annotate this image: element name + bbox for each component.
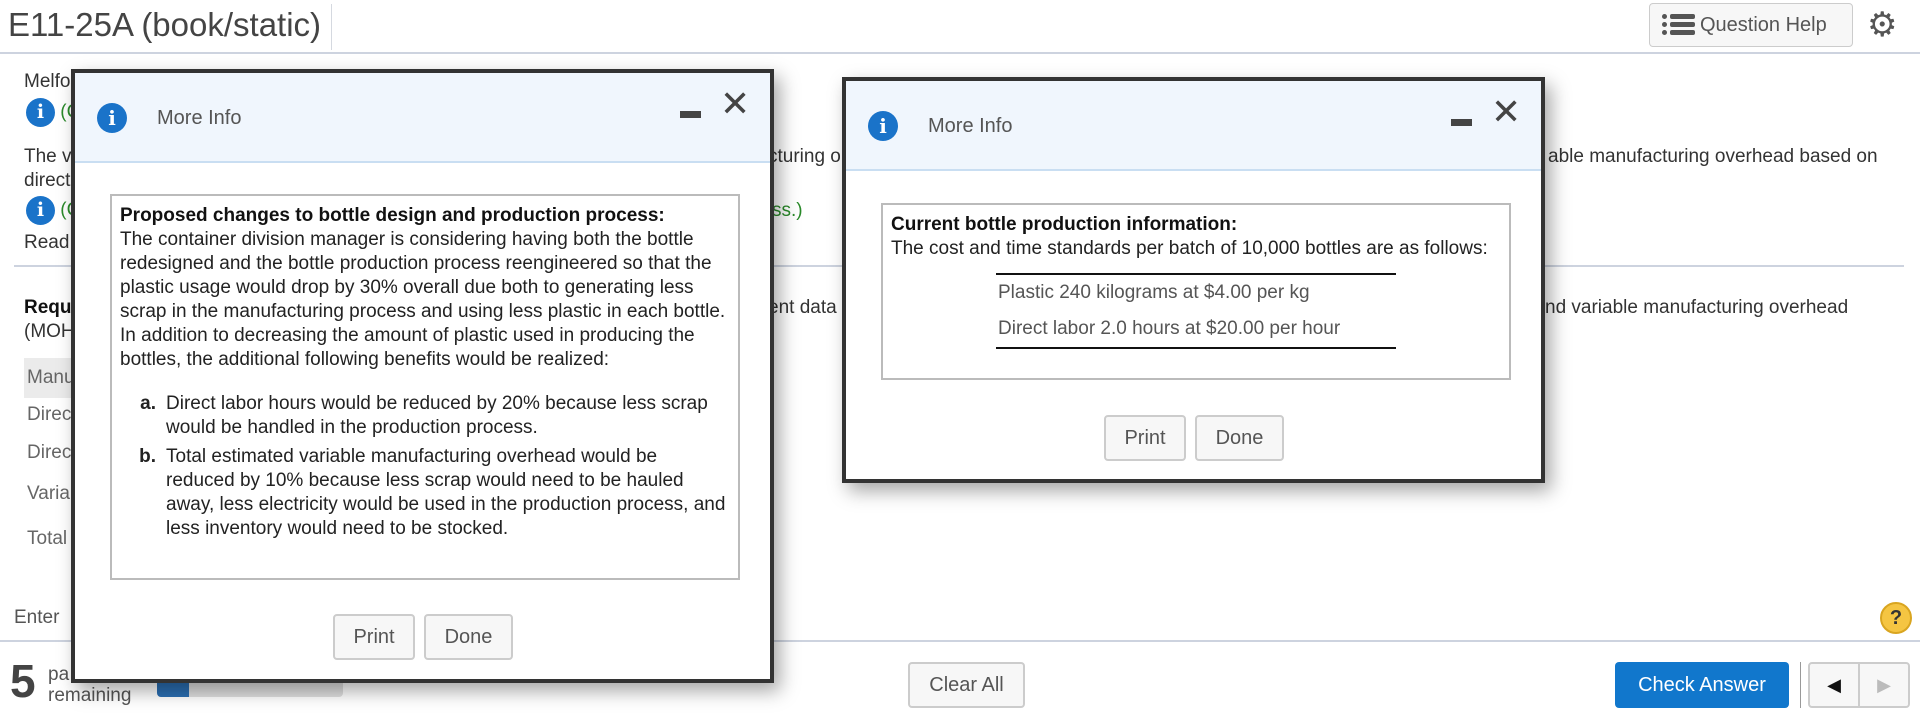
question-text-line2: The v bbox=[24, 146, 72, 167]
check-answer-button[interactable]: Check Answer bbox=[1615, 662, 1789, 708]
help-icon[interactable]: ? bbox=[1880, 602, 1912, 634]
more-info-dialog-left: i More Info ✕ Proposed changes to bottle… bbox=[71, 69, 774, 683]
data-link-2-tail[interactable]: ss.) bbox=[772, 200, 803, 222]
dialog-header[interactable]: i More Info ✕ bbox=[846, 81, 1541, 171]
print-button[interactable]: Print bbox=[333, 614, 415, 660]
remaining-label: remaining bbox=[48, 685, 132, 706]
more-info-dialog-right: i More Info ✕ Current bottle production … bbox=[842, 77, 1545, 483]
table-row-label: Varia bbox=[27, 483, 70, 504]
nav-separator bbox=[1800, 662, 1801, 708]
question-text-line2-mid: cturing o bbox=[768, 146, 841, 167]
question-nav: ◀ ▶ bbox=[1808, 662, 1910, 708]
dialog-content-box: Current bottle production information: T… bbox=[881, 203, 1511, 380]
question-text-line2-right: able manufacturing overhead based on bbox=[1548, 146, 1878, 167]
standards-row: Plastic 240 kilograms at $4.00 per kg bbox=[998, 282, 1310, 303]
info-icon: i bbox=[26, 196, 55, 225]
next-arrow-icon[interactable]: ▶ bbox=[1860, 664, 1908, 706]
dialog-header[interactable]: i More Info ✕ bbox=[75, 73, 770, 163]
parts-remaining-count: 5 bbox=[10, 655, 36, 707]
dialog-heading: Proposed changes to bottle design and pr… bbox=[120, 205, 665, 226]
info-icon: i bbox=[97, 103, 127, 133]
table-row-label: Total bbox=[27, 528, 68, 549]
dialog-title: More Info bbox=[157, 107, 242, 129]
requirement-text-right: nd variable manufacturing overhead bbox=[1545, 297, 1849, 318]
requirement-text-line2: (MOH bbox=[24, 321, 75, 342]
table-row-label: Manu bbox=[27, 367, 75, 388]
list-item: a. Direct labor hours would be reduced b… bbox=[120, 392, 730, 440]
top-bar: E11-25A (book/static) Question Help ⚙ bbox=[0, 0, 1920, 54]
done-button[interactable]: Done bbox=[424, 614, 513, 660]
dialog-content-box: Proposed changes to bottle design and pr… bbox=[110, 194, 740, 580]
list-icon bbox=[1662, 14, 1696, 36]
minimize-icon[interactable] bbox=[1451, 119, 1472, 126]
page-title: E11-25A (book/static) bbox=[8, 4, 333, 50]
minimize-icon[interactable] bbox=[680, 111, 701, 118]
print-button[interactable]: Print bbox=[1104, 415, 1186, 461]
clear-all-button[interactable]: Clear All bbox=[908, 662, 1025, 708]
info-icon: i bbox=[26, 98, 55, 127]
dialog-body: The cost and time standards per batch of… bbox=[891, 238, 1488, 259]
table-row-label: Direc bbox=[27, 442, 72, 463]
benefit-list: a. Direct labor hours would be reduced b… bbox=[120, 392, 730, 541]
gear-icon[interactable]: ⚙ bbox=[1867, 6, 1897, 44]
list-item-label: b. bbox=[139, 446, 156, 467]
list-item-text: Total estimated variable manufacturing o… bbox=[166, 446, 726, 539]
done-button[interactable]: Done bbox=[1195, 415, 1284, 461]
list-item-label: a. bbox=[140, 393, 156, 414]
question-help-label: Question Help bbox=[1700, 13, 1827, 36]
dialog-heading: Current bottle production information: bbox=[891, 214, 1238, 235]
close-icon[interactable]: ✕ bbox=[1491, 95, 1521, 131]
question-intro-text: Melfo bbox=[24, 71, 71, 92]
read-requirement-text: Read bbox=[24, 232, 70, 253]
dialog-title: More Info bbox=[928, 115, 1013, 137]
dialog-body: The container division manager is consid… bbox=[120, 229, 726, 370]
close-icon[interactable]: ✕ bbox=[720, 87, 750, 123]
list-item-text: Direct labor hours would be reduced by 2… bbox=[166, 393, 708, 438]
question-help-button[interactable]: Question Help bbox=[1649, 3, 1853, 47]
previous-arrow-icon[interactable]: ◀ bbox=[1810, 664, 1860, 706]
info-icon: i bbox=[868, 111, 898, 141]
standards-row: Direct labor 2.0 hours at $20.00 per hou… bbox=[998, 318, 1341, 339]
table-row-label: Direc bbox=[27, 404, 72, 425]
standards-table: Plastic 240 kilograms at $4.00 per kg Di… bbox=[996, 273, 1396, 349]
enter-instruction-text: Enter bbox=[14, 607, 60, 628]
question-text-line2b: direct bbox=[24, 170, 71, 191]
requirement-text-mid: ent data bbox=[768, 297, 837, 318]
list-item: b. Total estimated variable manufacturin… bbox=[120, 445, 730, 541]
requirement-label: Requ bbox=[24, 297, 72, 318]
